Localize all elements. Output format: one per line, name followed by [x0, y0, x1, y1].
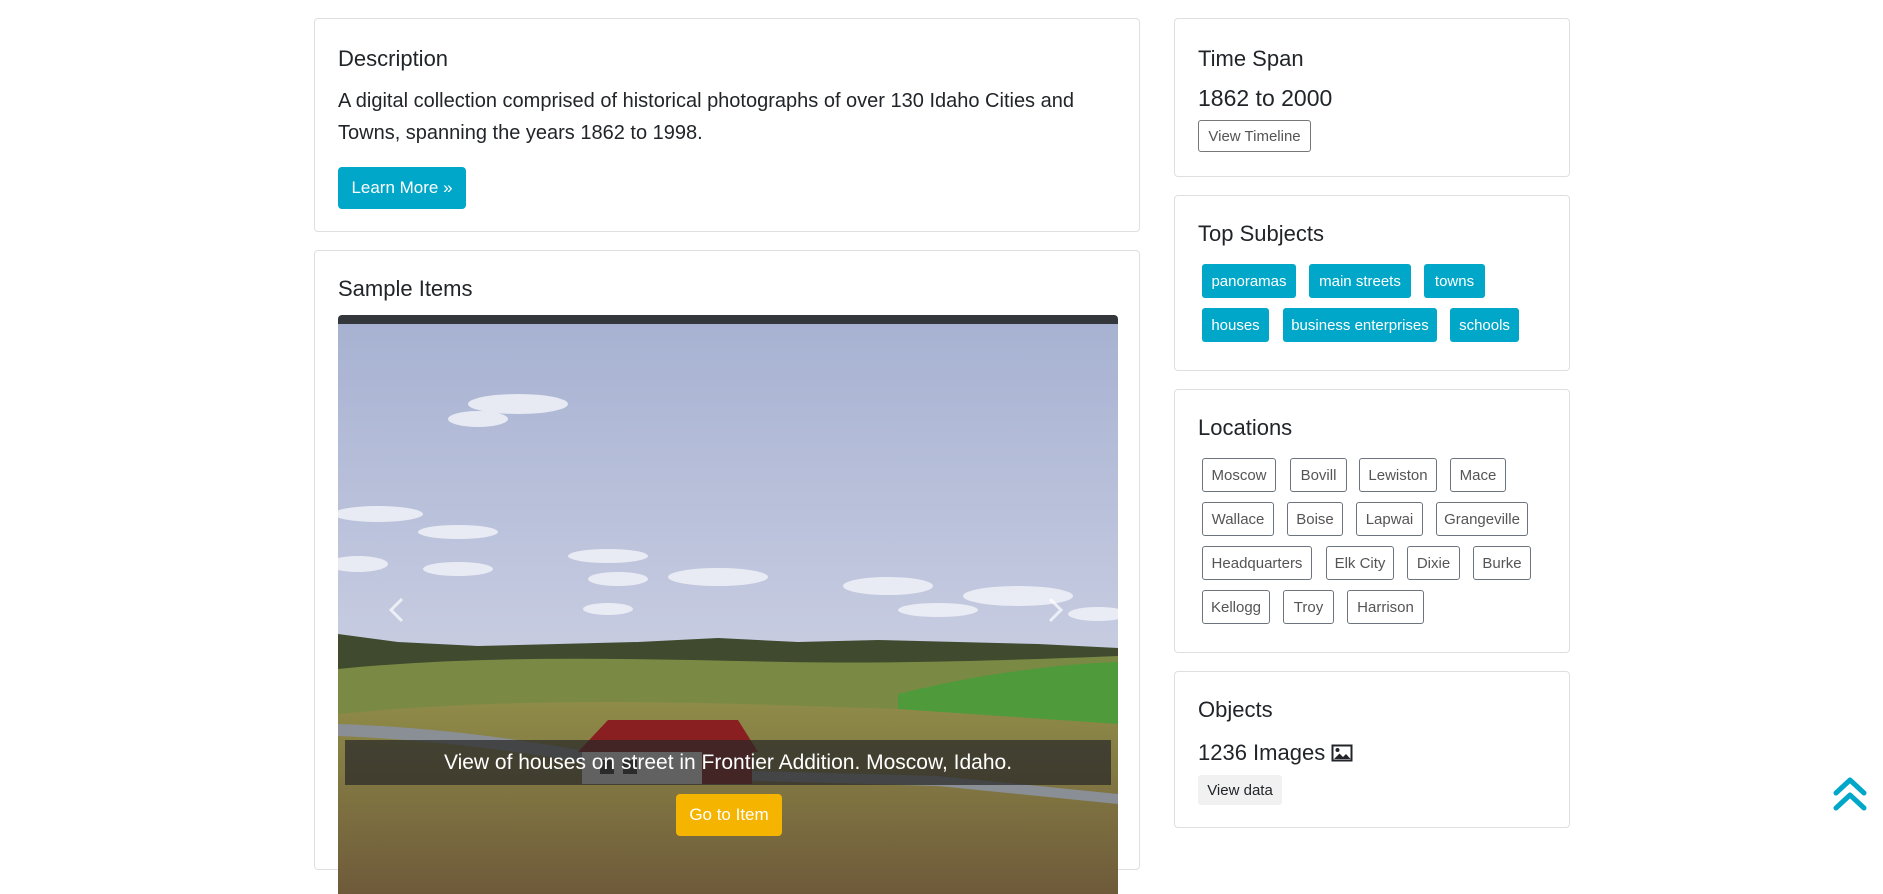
- description-text: A digital collection comprised of histor…: [338, 90, 1074, 144]
- objects-count: 1236 Images: [1198, 740, 1353, 766]
- go-to-item-button[interactable]: Go to Item: [676, 794, 782, 836]
- locations-card: Locations Moscow Bovill Lewiston Mace Wa…: [1174, 389, 1570, 653]
- location-tag[interactable]: Wallace: [1202, 502, 1274, 536]
- top-subjects-card: Top Subjects panoramas main streets town…: [1174, 195, 1570, 371]
- subject-tag[interactable]: houses: [1202, 308, 1269, 342]
- carousel-prev-button[interactable]: [374, 588, 418, 632]
- location-tag[interactable]: Bovill: [1290, 458, 1347, 492]
- description-card: Description A digital collection compris…: [314, 18, 1140, 232]
- locations-title: Locations: [1198, 415, 1293, 440]
- objects-count-text: 1236 Images: [1198, 740, 1326, 765]
- scroll-to-top-button[interactable]: [1832, 775, 1868, 815]
- time-span-card: Time Span 1862 to 2000 View Timeline: [1174, 18, 1570, 177]
- carousel-caption: View of houses on street in Frontier Add…: [345, 740, 1111, 785]
- subject-tag[interactable]: business enterprises: [1283, 308, 1437, 342]
- sample-items-carousel: View of houses on street in Frontier Add…: [338, 315, 1118, 894]
- sample-items-card: Sample Items View of houses on street in…: [314, 250, 1140, 894]
- time-span-title: Time Span: [1198, 46, 1304, 71]
- location-tag[interactable]: Troy: [1283, 590, 1334, 624]
- learn-more-button[interactable]: Learn More »: [338, 167, 466, 209]
- location-tag[interactable]: Elk City: [1326, 546, 1394, 580]
- location-tag[interactable]: Headquarters: [1202, 546, 1312, 580]
- sample-items-title: Sample Items: [338, 276, 473, 301]
- double-chevron-up-icon: [1833, 777, 1867, 811]
- location-tag[interactable]: Dixie: [1407, 546, 1460, 580]
- image-icon: [1331, 744, 1353, 762]
- chevron-right-icon: [1048, 597, 1064, 623]
- location-tag[interactable]: Lapwai: [1356, 502, 1423, 536]
- carousel-next-button[interactable]: [1034, 588, 1078, 632]
- top-subjects-title: Top Subjects: [1198, 221, 1324, 246]
- subject-tag[interactable]: towns: [1424, 264, 1485, 298]
- chevron-left-icon: [388, 597, 404, 623]
- location-tag[interactable]: Kellogg: [1202, 590, 1270, 624]
- subject-tag[interactable]: panoramas: [1202, 264, 1296, 298]
- location-tag[interactable]: Boise: [1287, 502, 1343, 536]
- location-tag[interactable]: Grangeville: [1436, 502, 1528, 536]
- objects-card: Objects 1236 Images View data: [1174, 671, 1570, 828]
- location-tag[interactable]: Lewiston: [1359, 458, 1437, 492]
- view-timeline-button[interactable]: View Timeline: [1198, 120, 1311, 152]
- subject-tag[interactable]: schools: [1450, 308, 1519, 342]
- location-tag[interactable]: Harrison: [1347, 590, 1424, 624]
- time-span-value: 1862 to 2000: [1198, 85, 1333, 111]
- location-tag[interactable]: Moscow: [1202, 458, 1276, 492]
- description-title: Description: [338, 46, 449, 71]
- subject-tag[interactable]: main streets: [1309, 264, 1411, 298]
- location-tag[interactable]: Mace: [1450, 458, 1506, 492]
- location-tag[interactable]: Burke: [1473, 546, 1531, 580]
- objects-title: Objects: [1198, 697, 1273, 722]
- view-data-button[interactable]: View data: [1198, 775, 1282, 805]
